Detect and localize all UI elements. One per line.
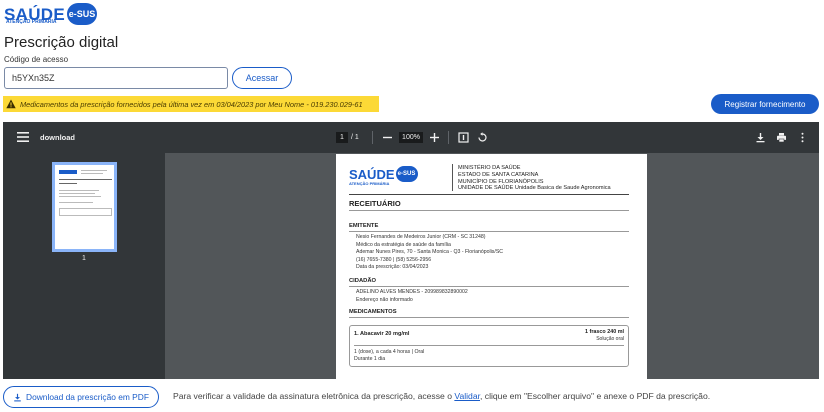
- page-total: / 1: [351, 132, 359, 143]
- zoom-in-icon[interactable]: [429, 132, 440, 143]
- org-line: ESTADO DE SANTA CATARINA: [458, 171, 539, 178]
- thumbnail-line: [59, 190, 99, 191]
- rotate-icon[interactable]: [477, 132, 488, 143]
- fit-page-icon[interactable]: [458, 132, 469, 143]
- medication-rule: [354, 345, 624, 346]
- medication-duration: Durante 1 dia: [354, 356, 386, 362]
- thumbnail-logo: [59, 170, 77, 174]
- document-logo-badge: e-SUS: [395, 166, 418, 182]
- zoom-out-icon[interactable]: [382, 132, 393, 143]
- logo-subtitle: ATENÇÃO PRIMÁRIA: [6, 19, 57, 25]
- document-title: RECEITUÁRIO: [349, 199, 401, 208]
- section-rule: [349, 286, 629, 287]
- medication-name: 1. Abacavir 20 mg/ml: [354, 331, 410, 337]
- download-pdf-button[interactable]: Download da prescrição em PDF: [3, 386, 159, 408]
- pdf-toolbar: download 1 / 1 100%: [3, 122, 819, 153]
- medication-dose: 1 (dose), a cada 4 horas | Oral: [354, 349, 425, 355]
- medication-form: Solução oral: [596, 336, 624, 342]
- medication-quantity: 1 frasco 240 ml: [585, 329, 624, 335]
- page-separator: /: [351, 134, 353, 141]
- access-code-input[interactable]: [4, 67, 228, 89]
- document-logo-word: SAÚDE: [349, 166, 395, 182]
- cidadao-line: ADELINO ALVES MENDES - 209989832890002: [356, 289, 468, 295]
- thumbnail-line: [59, 196, 101, 197]
- section-rule: [349, 317, 629, 318]
- prescription-page: SAÚDE e-SUS ATENÇÃO PRIMÁRIA MINISTÉRIO …: [336, 154, 647, 379]
- thumbnail-line: [59, 202, 93, 203]
- access-code-label: Código de acesso: [4, 55, 69, 64]
- cidadao-line: Endereço não informado: [356, 296, 413, 303]
- page-thumbnail[interactable]: [52, 162, 117, 252]
- emitente-heading: EMITENTE: [349, 223, 379, 229]
- warning-banner: Medicamentos da prescrição fornecidos pe…: [3, 96, 379, 112]
- org-line: UNIDADE DE SAÚDE Unidade Basica de Saude…: [458, 185, 611, 192]
- thumbnail-panel: 1: [3, 153, 165, 379]
- access-button[interactable]: Acessar: [232, 67, 292, 89]
- section-rule: [349, 231, 629, 232]
- thumbnail-line: [81, 173, 103, 174]
- medication-posology: 1 (dose), a cada 4 horas | Oral Durante …: [354, 349, 424, 363]
- pdf-viewer: download 1 / 1 100% 1 SAÚDE e-SUS ATENÇÃ…: [3, 122, 819, 379]
- download-pdf-label: Download da prescrição em PDF: [26, 392, 149, 402]
- warning-icon: [6, 99, 16, 109]
- menu-icon[interactable]: [16, 131, 30, 143]
- thumbnail-line: [81, 170, 107, 171]
- cidadao-details: ADELINO ALVES MENDES - 209989832890002 E…: [356, 289, 468, 304]
- document-logo-subtitle: ATENÇÃO PRIMÁRIA: [349, 181, 390, 186]
- medicamentos-heading: MEDICAMENTOS: [349, 309, 397, 315]
- total-pages: 1: [354, 134, 359, 141]
- header-rule: [349, 194, 629, 195]
- emitente-details: Nesio Fernandes de Medeiros Junior (CRM …: [356, 234, 503, 272]
- validar-link[interactable]: Validar: [454, 391, 480, 401]
- page-number-input[interactable]: 1: [336, 132, 348, 143]
- validation-instructions: Para verificar a validade da assinatura …: [173, 391, 710, 401]
- document-name: download: [40, 132, 75, 142]
- instructions-after: , clique em "Escolher arquivo" e anexe o…: [480, 391, 711, 401]
- download-icon: [14, 393, 21, 401]
- logo-badge: e-SUS: [67, 3, 98, 25]
- header-divider: [452, 164, 453, 191]
- saude-logo: SAÚDE e-SUS ATENÇÃO PRIMÁRIA: [4, 2, 98, 26]
- cidadao-heading: CIDADÃO: [349, 278, 377, 284]
- more-icon[interactable]: [797, 132, 808, 143]
- title-rule: [349, 210, 629, 211]
- warning-text: Medicamentos da prescrição fornecidos pe…: [20, 99, 363, 109]
- register-supply-button[interactable]: Registrar fornecimento: [711, 94, 819, 114]
- emitente-line: Ademar Nunes Pires, 70 - Santa Monica - …: [356, 249, 504, 255]
- thumbnail-line: [59, 183, 77, 184]
- toolbar-divider: [372, 131, 373, 144]
- zoom-level[interactable]: 100%: [399, 132, 423, 143]
- thumbnail-line: [59, 193, 95, 194]
- org-line: MINISTÉRIO DA SAÚDE: [458, 165, 521, 171]
- thumbnail-box: [59, 208, 112, 216]
- document-logo: SAÚDE e-SUS: [349, 166, 418, 182]
- emitente-line: Data da prescrição: 03/04/2023: [356, 264, 429, 270]
- instructions-before: Para verificar a validade da assinatura …: [173, 391, 455, 401]
- emitente-line: Nesio Fernandes de Medeiros Junior (CRM …: [356, 234, 486, 240]
- page-title: Prescrição digital: [4, 34, 119, 51]
- toolbar-divider: [448, 131, 449, 144]
- emitente-line: (16) 7655-7380 | (58) 5256-2956: [356, 256, 432, 263]
- thumbnail-page-number: 1: [82, 255, 86, 262]
- download-icon[interactable]: [755, 132, 766, 143]
- organization-block: MINISTÉRIO DA SAÚDE ESTADO DE SANTA CATA…: [458, 165, 611, 192]
- thumbnail-line: [59, 179, 112, 180]
- medication-item: 1. Abacavir 20 mg/ml 1 frasco 240 ml Sol…: [349, 325, 629, 367]
- print-icon[interactable]: [776, 132, 787, 143]
- emitente-line: Médico da estratégia de saúde da família: [356, 241, 451, 248]
